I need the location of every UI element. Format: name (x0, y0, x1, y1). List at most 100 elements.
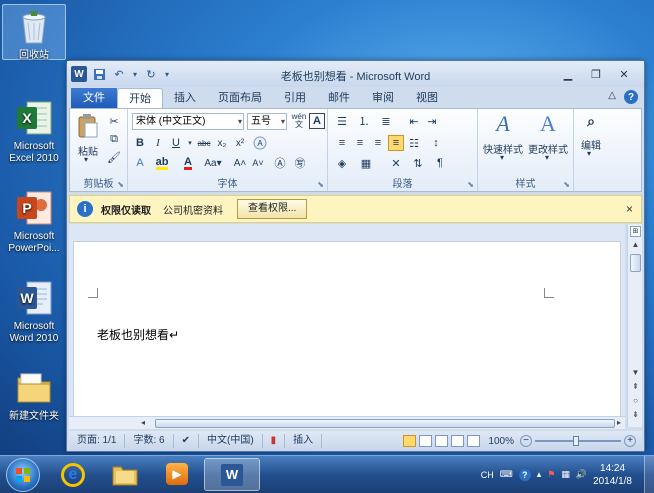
desktop-icon-excel[interactable]: X Microsoft Excel 2010 (2, 98, 66, 165)
ruler-toggle-icon[interactable]: ⊞ (630, 226, 641, 237)
subscript-icon[interactable]: x₂ (214, 135, 230, 151)
input-language[interactable]: CH (481, 470, 494, 480)
network-icon[interactable]: ▦ (561, 469, 570, 480)
character-border-icon[interactable]: A (309, 113, 325, 129)
previous-page-icon[interactable]: ⇞ (628, 382, 643, 394)
proofing-icon[interactable]: ✔ (174, 434, 199, 448)
keyboard-icon[interactable]: ⌨ (500, 469, 513, 480)
tab-file[interactable]: 文件 (71, 88, 117, 109)
tab-page-layout[interactable]: 页面布局 (207, 88, 273, 109)
zoom-level[interactable]: 100% (488, 436, 514, 447)
borders-icon[interactable]: ▦ (358, 155, 374, 171)
align-center-icon[interactable]: ≡ (352, 135, 368, 151)
align-left-icon[interactable]: ≡ (334, 135, 350, 151)
zoom-slider[interactable] (535, 435, 621, 447)
dialog-launcher-icon[interactable]: ⬊ (117, 180, 124, 189)
document-page[interactable]: 老板也别想看↵ (73, 241, 621, 427)
strikethrough-icon[interactable]: abc (196, 135, 212, 151)
start-button[interactable] (6, 458, 40, 492)
print-layout-icon[interactable] (403, 435, 417, 447)
bullets-icon[interactable]: ☰ (334, 113, 350, 129)
dialog-launcher-icon[interactable]: ⬊ (467, 180, 474, 189)
page-count[interactable]: 页面: 1/1 (69, 434, 126, 448)
macro-record-icon[interactable]: ▮ (263, 434, 286, 448)
decrease-indent-icon[interactable]: ⇤ (406, 113, 422, 129)
italic-icon[interactable]: I (150, 135, 166, 151)
tab-review[interactable]: 审阅 (361, 88, 405, 109)
grow-font-icon[interactable]: A˄ (232, 155, 248, 171)
show-desktop-button[interactable] (644, 456, 654, 493)
minimize-ribbon-icon[interactable]: △ (608, 90, 616, 104)
insert-mode[interactable]: 插入 (285, 434, 323, 448)
enclose-characters-icon[interactable]: ㊢ (292, 155, 308, 171)
document-text[interactable]: 老板也别想看↵ (97, 326, 179, 343)
horizontal-scrollbar[interactable]: ◂ ▸ (69, 416, 625, 429)
tab-insert[interactable]: 插入 (163, 88, 207, 109)
paste-button[interactable]: 粘贴 ▾ (76, 113, 100, 164)
scroll-up-icon[interactable]: ▲ (628, 240, 643, 252)
clock[interactable]: 14:24 2014/1/8 (593, 462, 632, 488)
text-effects-icon[interactable]: A (132, 155, 148, 171)
change-case-icon[interactable]: Aa▾ (202, 155, 224, 171)
change-styles-button[interactable]: A 更改样式 ▾ (526, 111, 570, 171)
scroll-thumb[interactable] (630, 254, 641, 272)
numbering-icon[interactable]: ⒈ (356, 113, 372, 129)
zoom-slider-thumb[interactable] (573, 436, 579, 446)
language-status[interactable]: 中文(中国) (199, 434, 263, 448)
view-permission-button[interactable]: 查看权限... (237, 199, 308, 219)
justify-icon[interactable]: ≡ (388, 135, 404, 151)
tab-references[interactable]: 引用 (273, 88, 317, 109)
desktop-icon-folder[interactable]: 新建文件夹 (2, 368, 66, 423)
editing-button[interactable]: ⌕ 编辑 ▾ (577, 113, 605, 169)
font-size-combo[interactable]: 五号 ▾ (247, 113, 287, 130)
draft-icon[interactable] (467, 435, 481, 447)
browse-object-icon[interactable]: ○ (628, 396, 643, 408)
dialog-launcher-icon[interactable]: ⬊ (563, 180, 570, 189)
format-painter-icon[interactable]: 🖌 (106, 149, 122, 165)
font-color-icon[interactable]: A (180, 155, 196, 171)
increase-indent-icon[interactable]: ⇥ (424, 113, 440, 129)
outline-icon[interactable] (451, 435, 465, 447)
scroll-left-icon[interactable]: ◂ (141, 418, 145, 427)
copy-icon[interactable]: ⧉ (106, 131, 122, 147)
bold-icon[interactable]: B (132, 135, 148, 151)
highlight-icon[interactable]: ab (154, 155, 170, 171)
scroll-right-icon[interactable]: ▸ (617, 418, 621, 427)
tab-mailings[interactable]: 邮件 (317, 88, 361, 109)
word-count[interactable]: 字数: 6 (125, 434, 174, 448)
tab-view[interactable]: 视图 (405, 88, 449, 109)
close-icon[interactable]: ✕ (610, 65, 638, 83)
scroll-thumb[interactable] (155, 419, 615, 428)
show-hidden-icons[interactable]: ▴ (537, 469, 542, 480)
align-right-icon[interactable]: ≡ (370, 135, 386, 151)
show-marks-icon[interactable]: ¶ (432, 155, 448, 171)
desktop-icon-word[interactable]: W Microsoft Word 2010 (2, 278, 66, 345)
scroll-down-icon[interactable]: ▼ (628, 368, 643, 380)
font-name-combo[interactable]: 宋体 (中文正文) ▾ (132, 113, 244, 130)
clear-formatting-icon[interactable]: A (252, 135, 268, 151)
help-icon[interactable]: ? (624, 90, 638, 104)
volume-icon[interactable]: 🔊 (576, 469, 587, 480)
phonetic-guide-icon[interactable]: wén 文 (291, 113, 307, 129)
taskbar-explorer[interactable] (100, 458, 150, 491)
tab-home[interactable]: 开始 (117, 88, 163, 109)
taskbar-word[interactable]: W (204, 458, 260, 491)
help-tray-icon[interactable]: ? (518, 468, 531, 481)
full-screen-reading-icon[interactable] (419, 435, 433, 447)
shading-icon[interactable]: ◈ (334, 155, 350, 171)
line-spacing-icon[interactable]: ↕ (428, 135, 444, 151)
sort-icon[interactable]: ⇅ (410, 155, 426, 171)
vertical-scrollbar[interactable]: ⊞ ▲ ▼ ⇞ ○ ⇟ (627, 224, 642, 427)
action-center-icon[interactable]: ⚑ (547, 469, 555, 480)
next-page-icon[interactable]: ⇟ (628, 410, 643, 422)
quick-styles-button[interactable]: A 快速样式 ▾ (482, 111, 524, 171)
superscript-icon[interactable]: x² (232, 135, 248, 151)
paste-dropdown-icon[interactable]: ▾ (84, 155, 88, 164)
minimize-icon[interactable]: ▁ (554, 65, 582, 83)
chinese-layout-icon[interactable]: ✕ (388, 155, 404, 171)
taskbar-internet-explorer[interactable]: e (48, 458, 98, 491)
zoom-out-icon[interactable]: − (520, 435, 532, 447)
multilevel-list-icon[interactable]: ≣ (378, 113, 394, 129)
distributed-icon[interactable]: ☷ (406, 135, 422, 151)
shrink-font-icon[interactable]: A˅ (250, 155, 266, 171)
